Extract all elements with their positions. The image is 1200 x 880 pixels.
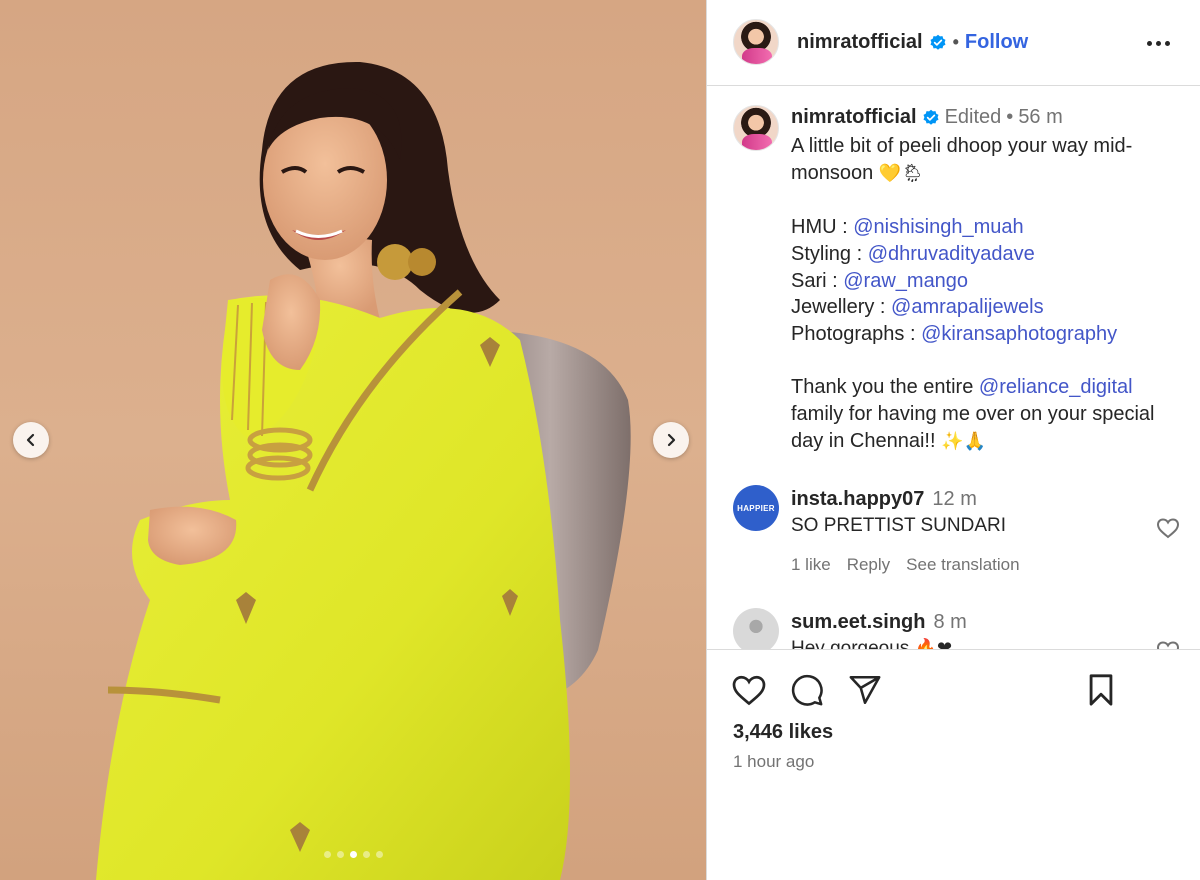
see-translation-button[interactable]: See translation <box>906 555 1019 575</box>
author-username[interactable]: nimratofficial <box>797 31 923 54</box>
carousel-dot <box>336 851 344 858</box>
edited-label: Edited <box>944 106 1002 128</box>
credit-line: Sari : @raw_mango <box>791 269 969 292</box>
comment-time: 8 m <box>933 611 967 633</box>
caption-separator: • <box>1006 106 1014 128</box>
previous-slide-button[interactable] <box>13 422 49 458</box>
carousel-indicator <box>0 851 706 858</box>
share-button[interactable] <box>847 672 883 708</box>
heart-icon <box>732 675 766 706</box>
more-options-icon[interactable] <box>1147 36 1175 50</box>
comment-item: HAPPIER insta.happy07 12 m SO PRETTIST S… <box>707 485 1200 595</box>
commenter-avatar[interactable]: HAPPIER <box>733 485 779 531</box>
credit-line: HMU : @nishisingh_muah <box>791 216 1024 239</box>
next-slide-button[interactable] <box>653 422 689 458</box>
comment-header: sum.eet.singh 8 m <box>791 611 967 634</box>
reply-button[interactable]: Reply <box>847 555 890 575</box>
caption-author-avatar[interactable] <box>733 105 779 151</box>
mention-link[interactable]: @nishisingh_muah <box>853 216 1023 238</box>
share-icon <box>849 675 881 705</box>
mention-link[interactable]: @raw_mango <box>843 270 968 292</box>
heart-icon[interactable] <box>1156 640 1180 650</box>
comment-likes[interactable]: 1 like <box>791 555 831 575</box>
thanks-line: Thank you the entire @reliance_digital f… <box>791 376 1155 452</box>
comment-text: Hey gorgeous 🔥❤ <box>791 638 953 650</box>
caption-text: A little bit of peeli dhoop your way mid… <box>791 133 1186 455</box>
heart-icon[interactable] <box>1156 517 1180 539</box>
save-button[interactable] <box>1083 672 1119 708</box>
verified-badge-icon <box>923 109 939 125</box>
comment-header: insta.happy07 12 m <box>791 488 977 511</box>
mention-link[interactable]: @amrapalijewels <box>891 296 1044 318</box>
comment-text: SO PRETTIST SUNDARI <box>791 515 1007 536</box>
post-photo <box>0 0 706 880</box>
mention-link[interactable]: @reliance_digital <box>979 376 1133 398</box>
comment-icon <box>791 674 823 706</box>
follow-button[interactable]: Follow <box>965 31 1028 54</box>
carousel-dot <box>349 851 357 858</box>
post-media[interactable] <box>0 0 706 880</box>
credit-line: Jewellery : @amrapalijewels <box>791 296 1044 319</box>
chevron-right-icon <box>667 433 676 447</box>
carousel-dot <box>362 851 370 858</box>
caption-time[interactable]: 56 m <box>1018 106 1062 129</box>
carousel-dot <box>323 851 331 858</box>
author-avatar[interactable] <box>733 19 779 65</box>
mention-link[interactable]: @dhruvadityadave <box>868 243 1035 265</box>
chevron-left-icon <box>26 433 35 447</box>
comment-meta: 1 like Reply See translation <box>791 555 1020 575</box>
comment-item: sum.eet.singh 8 m Hey gorgeous 🔥❤ <box>707 608 1200 650</box>
comment-button[interactable] <box>789 672 825 708</box>
likes-count[interactable]: 3,446 likes <box>733 721 833 744</box>
mention-link[interactable]: @kiransaphotography <box>921 323 1117 345</box>
comments-scroll-area[interactable]: nimratofficial Edited • 56 m A little bi… <box>707 88 1200 650</box>
post-side-panel: nimratofficial • Follow nimratofficial E… <box>706 0 1200 880</box>
commenter-avatar[interactable] <box>733 608 779 649</box>
like-button[interactable] <box>731 672 767 708</box>
credit-line: Photographs : @kiransaphotography <box>791 322 1118 345</box>
verified-badge-icon <box>930 34 946 50</box>
caption-username[interactable]: nimratofficial <box>791 106 917 129</box>
bookmark-icon <box>1089 674 1113 706</box>
post-actions: 3,446 likes 1 hour ago <box>707 651 1200 880</box>
credit-line: Styling : @dhruvadityadave <box>791 242 1035 265</box>
post-header: nimratofficial • Follow <box>707 0 1200 86</box>
thanks-emoji: ✨🙏 <box>941 430 986 452</box>
commenter-username[interactable]: insta.happy07 <box>791 488 924 511</box>
caption-line1: A little bit of peeli dhoop your way mid… <box>791 135 1133 184</box>
post-time: 1 hour ago <box>733 752 815 771</box>
author-line: nimratofficial • Follow <box>797 31 1028 54</box>
comment-time: 12 m <box>932 488 977 510</box>
caption-header: nimratofficial Edited • 56 m <box>791 106 1063 129</box>
commenter-username[interactable]: sum.eet.singh <box>791 611 925 634</box>
carousel-dot <box>375 851 383 858</box>
header-separator: • <box>952 32 959 52</box>
caption-emoji: 💛🌦 <box>878 162 925 184</box>
